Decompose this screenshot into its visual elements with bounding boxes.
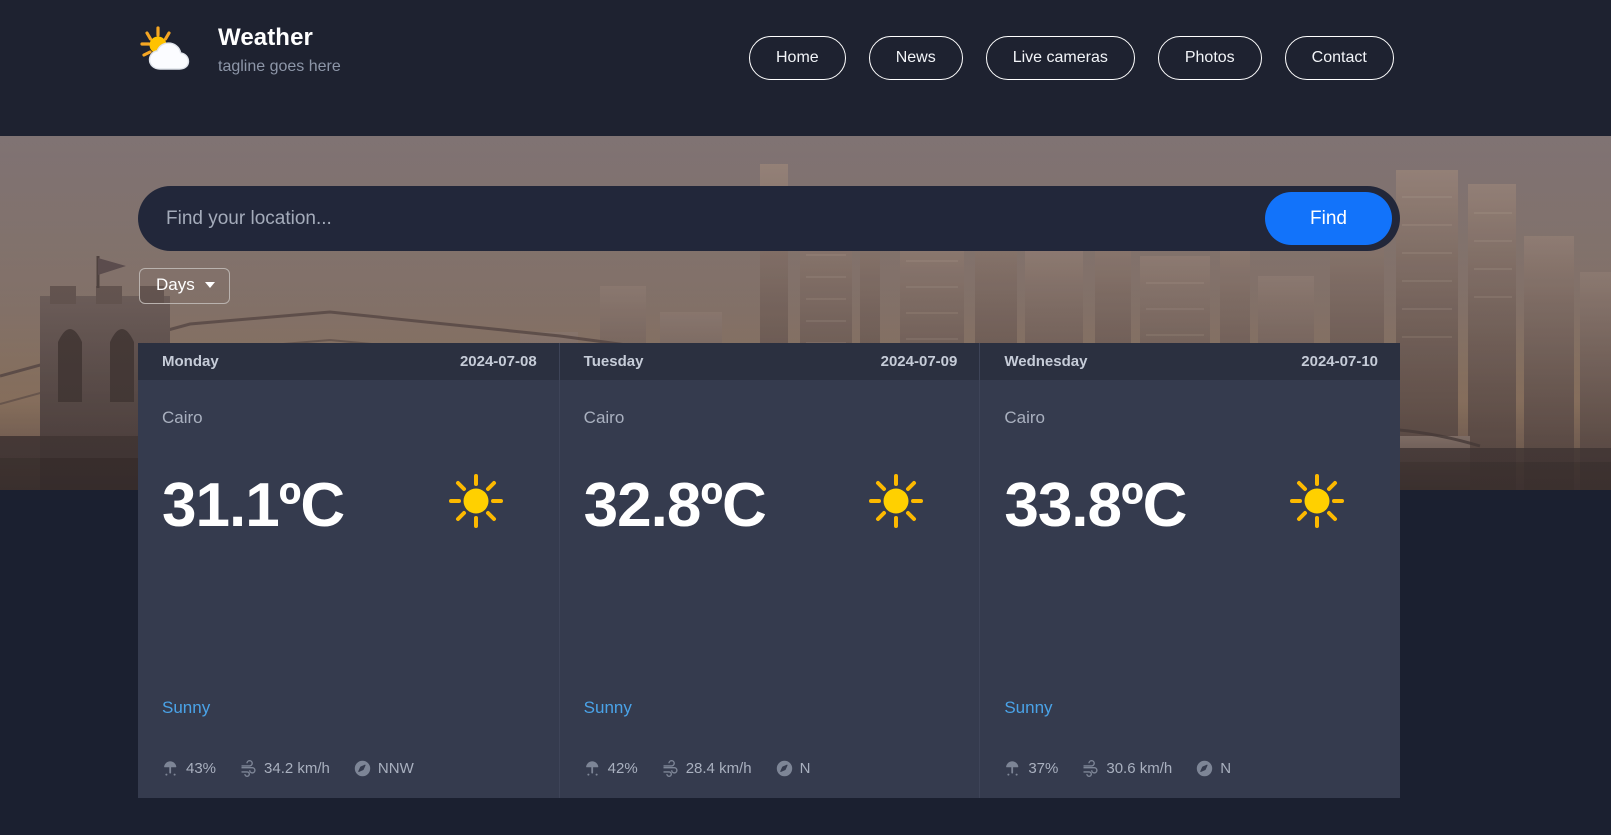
wind-direction-value: N [1220, 760, 1232, 777]
compass-icon [354, 760, 371, 777]
forecast-card[interactable]: Monday 2024-07-08 Cairo 31.1ºC Sunny 43%… [138, 343, 559, 798]
umbrella-rain-icon [162, 760, 179, 777]
temperature-value: 33.8ºC [1004, 470, 1187, 540]
metrics-row: 43% 34.2 km/h NNW [162, 760, 414, 777]
precipitation-value: 37% [1028, 760, 1059, 777]
condition-link[interactable]: Sunny [584, 698, 632, 718]
wind-direction-metric: NNW [354, 760, 414, 777]
days-dropdown-label: Days [156, 275, 195, 294]
city-name: Cairo [1004, 408, 1045, 427]
sun-icon [448, 474, 503, 537]
weekday-label: Tuesday [583, 353, 644, 370]
search-input[interactable] [138, 186, 1265, 251]
date-label: 2024-07-08 [459, 353, 537, 370]
precipitation-value: 42% [607, 760, 638, 777]
nav-item-contact[interactable]: Contact [1284, 36, 1394, 80]
wind-icon [240, 760, 257, 777]
sun-icon [1290, 474, 1345, 537]
temperature-row: 32.8ºC [584, 474, 956, 537]
card-body: Cairo 32.8ºC Sunny 42% 28.4 km/h N [560, 380, 980, 798]
card-body: Cairo 33.8ºC Sunny 37% 30.6 km/h N [980, 380, 1400, 798]
wind-direction-metric: N [1196, 760, 1231, 777]
precipitation-metric: 37% [1004, 760, 1058, 777]
card-header: Tuesday 2024-07-09 [559, 343, 980, 380]
forecast-card[interactable]: Wednesday 2024-07-10 Cairo 33.8ºC Sunny … [979, 343, 1401, 798]
precipitation-metric: 43% [162, 760, 216, 777]
location-search-bar: Find [138, 186, 1400, 251]
sun-icon [869, 474, 924, 537]
city-name: Cairo [583, 408, 625, 427]
metrics-row: 42% 28.4 km/h N [584, 760, 811, 777]
wind-direction-value: N [799, 760, 811, 777]
temperature-value: 32.8ºC [583, 470, 767, 540]
condition-link[interactable]: Sunny [1004, 698, 1052, 718]
brand[interactable]: Weather tagline goes here [138, 22, 341, 78]
nav-item-home[interactable]: Home [749, 36, 846, 80]
compass-icon [776, 760, 793, 777]
card-header: Wednesday 2024-07-10 [980, 343, 1401, 380]
wind-direction-value: NNW [377, 760, 414, 777]
primary-nav: Home News Live cameras Photos Contact [749, 36, 1394, 80]
brand-tagline: tagline goes here [218, 57, 341, 75]
weekday-label: Wednesday [1004, 353, 1088, 370]
temperature-row: 31.1ºC [162, 474, 535, 537]
metrics-row: 37% 30.6 km/h N [1004, 760, 1231, 777]
temperature-row: 33.8ºC [1004, 474, 1376, 537]
temperature-value: 31.1ºC [162, 470, 345, 540]
sun-behind-cloud-icon [138, 22, 200, 78]
wind-metric: 28.4 km/h [662, 760, 752, 777]
date-label: 2024-07-09 [880, 353, 958, 370]
date-label: 2024-07-10 [1301, 353, 1379, 370]
umbrella-rain-icon [584, 760, 601, 777]
top-navbar: Weather tagline goes here Home News Live… [0, 0, 1611, 136]
city-name: Cairo [162, 408, 203, 427]
nav-item-live-cameras[interactable]: Live cameras [985, 36, 1135, 80]
wind-direction-metric: N [776, 760, 811, 777]
forecast-card[interactable]: Tuesday 2024-07-09 Cairo 32.8ºC Sunny 42… [558, 343, 980, 798]
card-header: Monday 2024-07-08 [138, 343, 559, 380]
wind-value: 34.2 km/h [264, 760, 330, 777]
days-dropdown[interactable]: Days [139, 268, 230, 304]
precipitation-metric: 42% [584, 760, 638, 777]
wind-icon [662, 760, 679, 777]
chevron-down-icon [204, 282, 215, 288]
weekday-label: Monday [162, 353, 219, 370]
wind-icon [1082, 760, 1099, 777]
wind-metric: 34.2 km/h [240, 760, 330, 777]
wind-value: 30.6 km/h [1106, 760, 1173, 777]
nav-item-news[interactable]: News [868, 36, 963, 80]
precipitation-value: 43% [186, 760, 217, 777]
condition-link[interactable]: Sunny [162, 698, 210, 718]
brand-title: Weather [218, 23, 313, 51]
card-body: Cairo 31.1ºC Sunny 43% 34.2 km/h NNW [138, 380, 559, 798]
umbrella-rain-icon [1004, 760, 1021, 777]
forecast-row: Monday 2024-07-08 Cairo 31.1ºC Sunny 43%… [138, 343, 1401, 798]
wind-metric: 30.6 km/h [1082, 760, 1172, 777]
find-button[interactable]: Find [1265, 192, 1392, 245]
compass-icon [1196, 760, 1213, 777]
wind-value: 28.4 km/h [685, 760, 752, 777]
nav-item-photos[interactable]: Photos [1157, 36, 1262, 80]
